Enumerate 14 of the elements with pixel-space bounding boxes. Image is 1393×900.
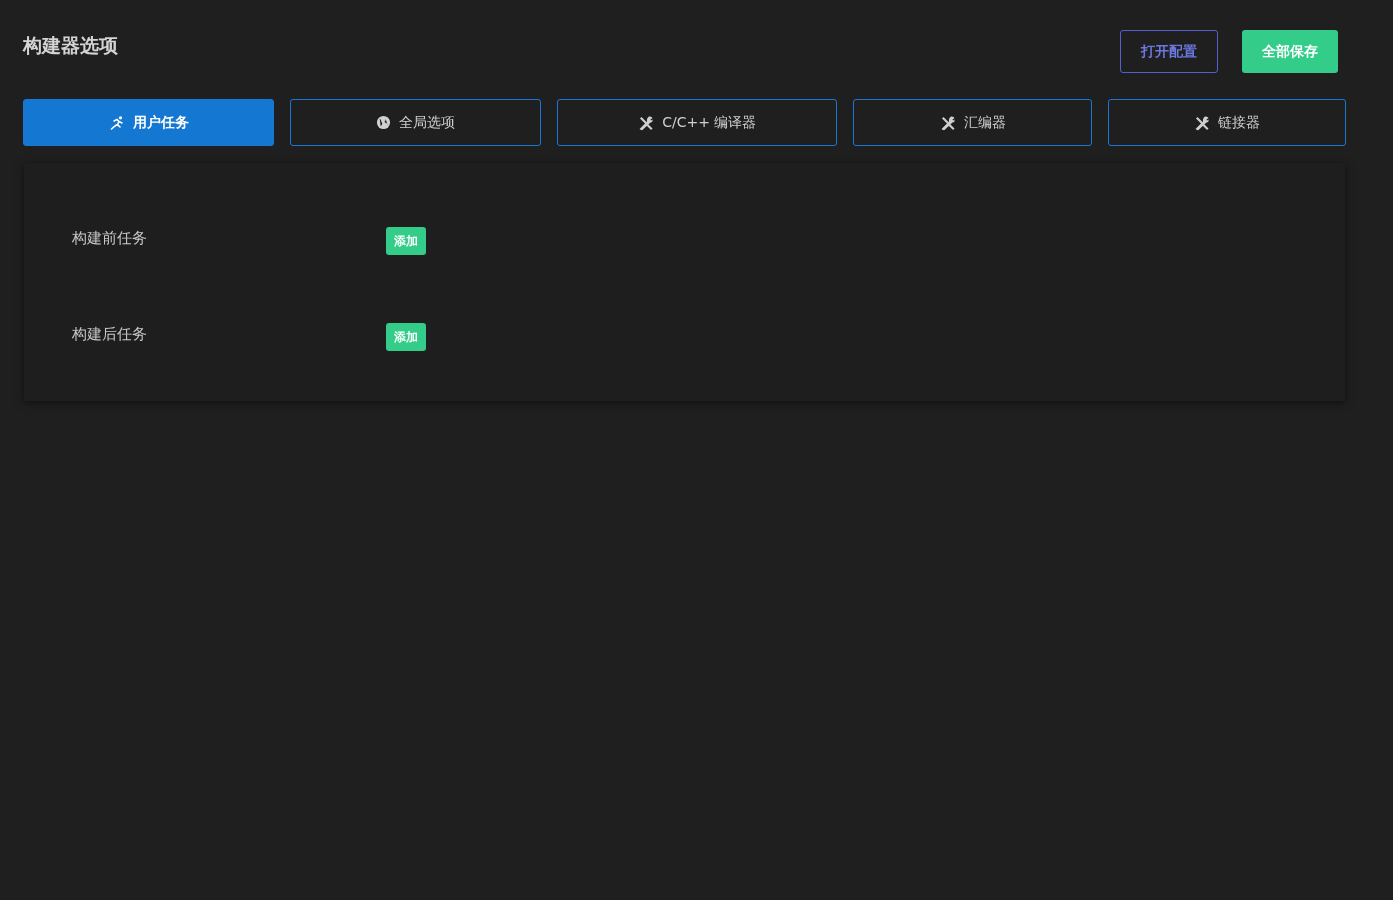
tools-icon <box>638 114 655 131</box>
open-config-button[interactable]: 打开配置 <box>1120 30 1218 73</box>
tab[interactable]: 用户任务 <box>23 99 275 146</box>
tools-icon <box>939 114 956 131</box>
task-label: 构建前任务 <box>72 228 148 248</box>
task-label: 构建后任务 <box>72 324 148 344</box>
globe-icon <box>376 115 392 130</box>
tab[interactable]: 链接器 <box>1108 99 1346 146</box>
tab[interactable]: C/C++ 编译器 <box>557 99 838 146</box>
running-person-icon <box>108 114 125 131</box>
tab[interactable]: 全局选项 <box>290 99 542 146</box>
page-title: 构建器选项 <box>23 33 118 58</box>
tab[interactable]: 汇编器 <box>853 99 1092 146</box>
tools-icon <box>1194 114 1210 131</box>
